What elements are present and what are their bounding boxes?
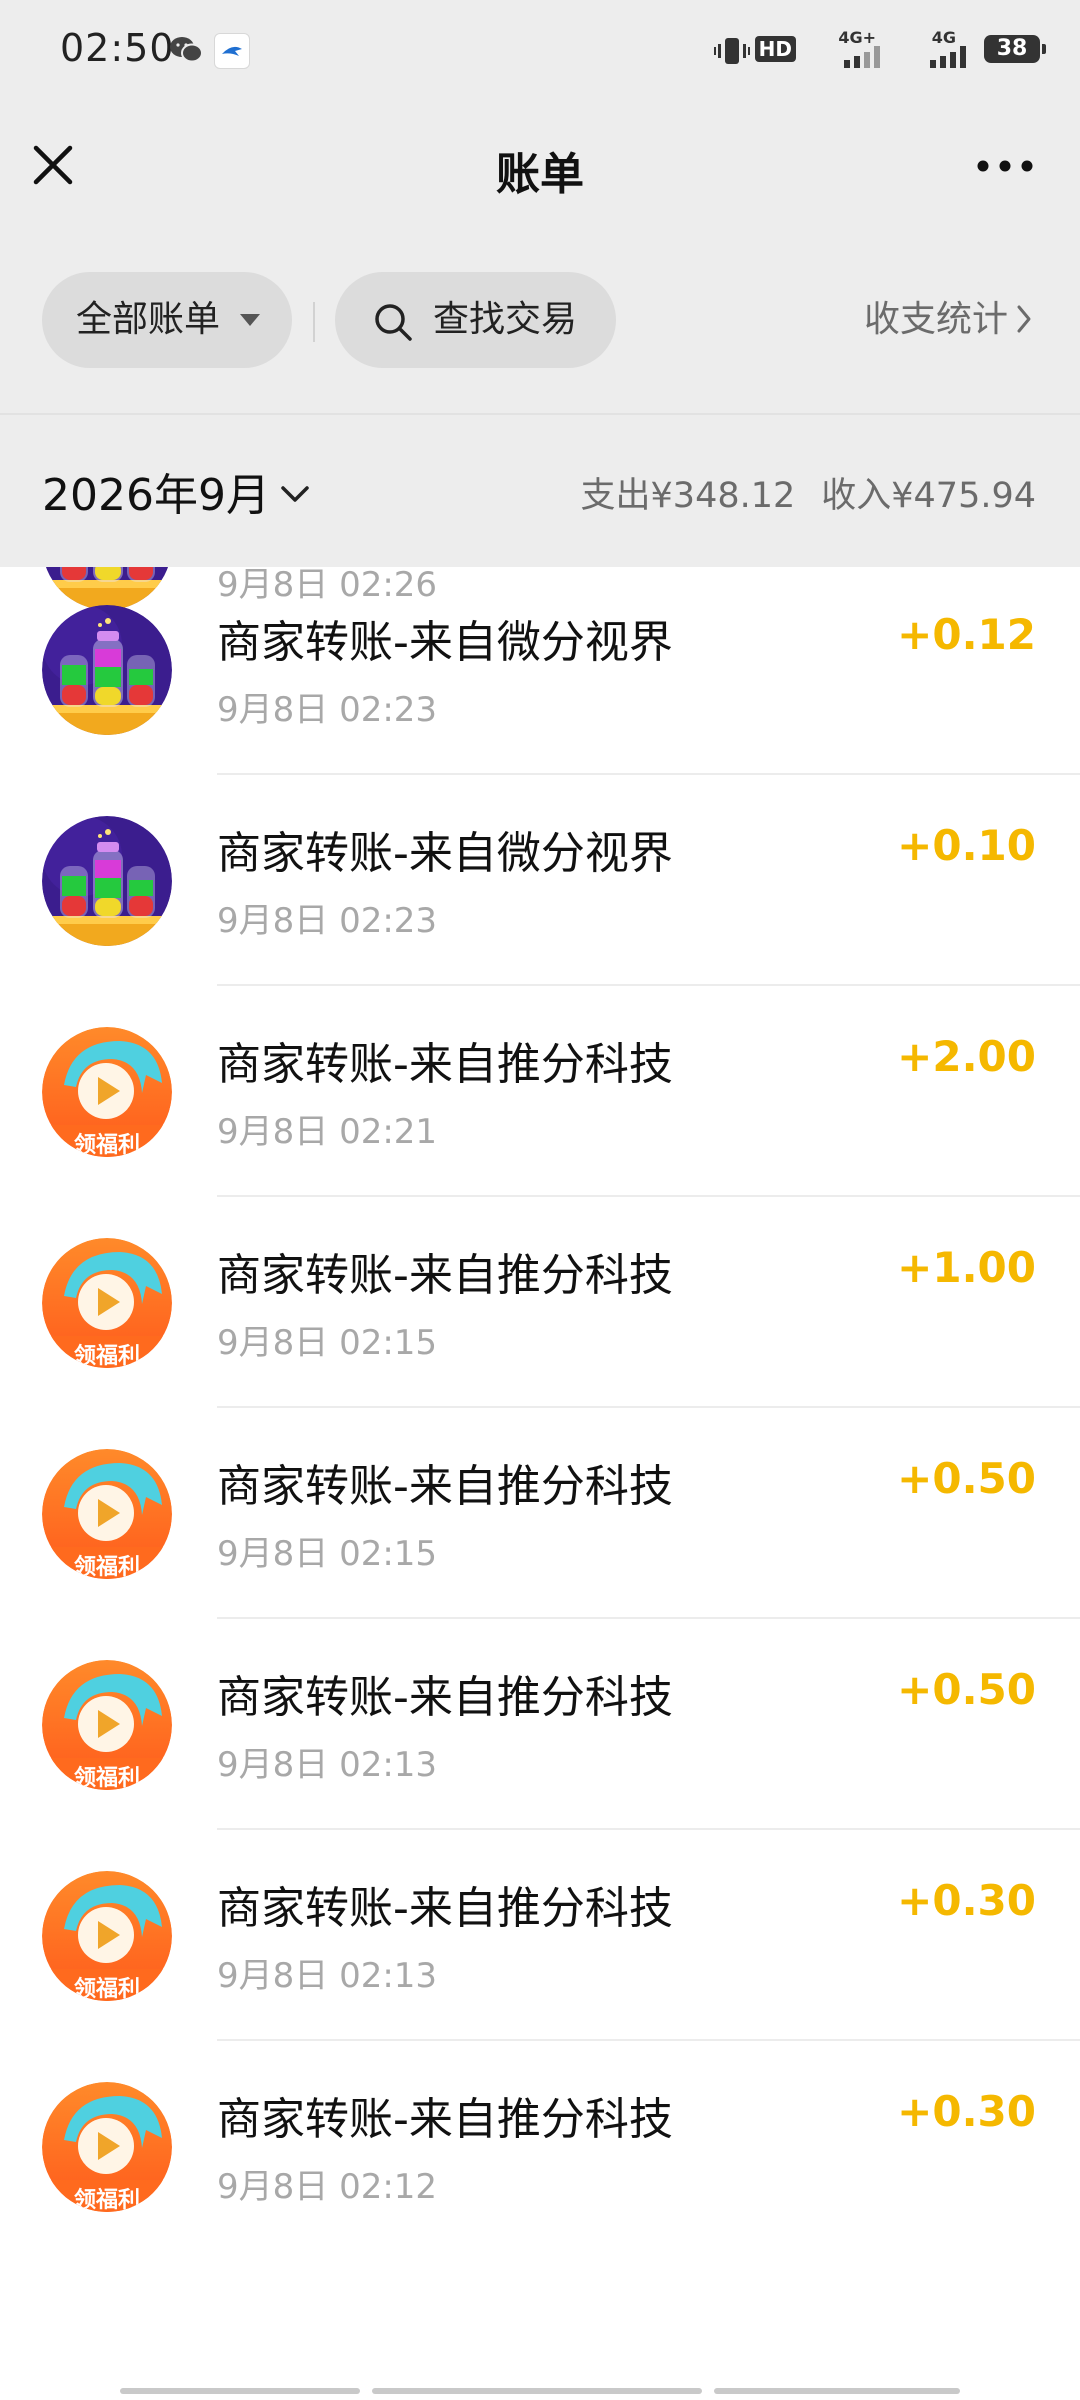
stats-label: 收支统计 bbox=[863, 299, 1008, 340]
transaction-row[interactable]: 商家转账-来自微分视界 9月8日 02:23 +0.10 bbox=[0, 773, 1080, 984]
month-bar: 2026年9月 支出¥348.12 收入¥475.94 bbox=[0, 415, 1080, 567]
status-time: 02:50 bbox=[60, 26, 175, 70]
transaction-title: 商家转账-来自推分科技 bbox=[217, 2094, 673, 2145]
transaction-row[interactable]: 领福利 商家转账-来自推分科技 9月8日 02:15 +1.00 bbox=[0, 1195, 1080, 1406]
row-separator bbox=[217, 1828, 1080, 1830]
avatar-label: 领福利 bbox=[73, 1344, 140, 1368]
transaction-list: 9月8日 02:26 商家转账-来自微分视界 9月8日 02:23 +0.12 bbox=[0, 480, 1080, 2250]
transaction-time: 9月8日 02:15 bbox=[217, 1323, 438, 1363]
merchant-avatar: 领福利 bbox=[42, 2082, 172, 2212]
search-label: 查找交易 bbox=[433, 299, 578, 340]
month-selector[interactable]: 2026年9月 bbox=[42, 459, 310, 523]
transaction-row[interactable]: 领福利 商家转账-来自推分科技 9月8日 02:12 +0.30 bbox=[0, 2039, 1080, 2250]
avatar-label: 领福利 bbox=[73, 1766, 140, 1790]
scroll-indicator bbox=[120, 2388, 960, 2394]
row-separator bbox=[217, 2039, 1080, 2041]
page-title: 账单 bbox=[496, 149, 584, 200]
transaction-amount: +0.50 bbox=[897, 1454, 1036, 1503]
filter-divider bbox=[313, 302, 315, 342]
transaction-time: 9月8日 02:15 bbox=[217, 1534, 438, 1574]
transaction-time: 9月8日 02:13 bbox=[217, 1956, 438, 1996]
nav-bar: 账单 bbox=[0, 100, 1080, 230]
transaction-time: 9月8日 02:21 bbox=[217, 1112, 438, 1152]
row-separator bbox=[217, 1195, 1080, 1197]
month-summary: 支出¥348.12 收入¥475.94 bbox=[581, 467, 1036, 518]
wechat-icon bbox=[170, 37, 203, 63]
transaction-title: 商家转账-来自推分科技 bbox=[217, 1883, 673, 1934]
month-income: 收入¥475.94 bbox=[821, 476, 1036, 516]
merchant-avatar: 领福利 bbox=[42, 1238, 172, 1368]
merchant-avatar: 领福利 bbox=[42, 1871, 172, 2001]
transaction-amount: +0.30 bbox=[897, 2087, 1036, 2136]
transaction-title: 商家转账-来自推分科技 bbox=[217, 1039, 673, 1090]
notification-app-icon bbox=[214, 33, 250, 69]
signal-icon-1 bbox=[844, 46, 880, 68]
transaction-time: 9月8日 02:13 bbox=[217, 1745, 438, 1785]
transaction-amount: +0.10 bbox=[897, 821, 1036, 870]
chevron-right-icon bbox=[1017, 305, 1031, 333]
hd-icon: HD bbox=[754, 36, 796, 62]
transaction-time: 9月8日 02:23 bbox=[217, 690, 438, 730]
row-separator bbox=[217, 1617, 1080, 1619]
filter-bar: 全部账单 查找交易 收支统计 bbox=[0, 230, 1080, 413]
transaction-amount: +0.50 bbox=[897, 1665, 1036, 1714]
transaction-time: 9月8日 02:12 bbox=[217, 2167, 438, 2207]
transaction-title: 商家转账-来自推分科技 bbox=[217, 1250, 673, 1301]
status-bar: 02:50 HD 4G+ 4G 38 bbox=[0, 0, 1080, 100]
transaction-row[interactable]: 领福利 商家转账-来自推分科技 9月8日 02:13 +0.50 bbox=[0, 1617, 1080, 1828]
transaction-amount: +1.00 bbox=[897, 1243, 1036, 1292]
merchant-avatar bbox=[42, 605, 172, 735]
battery-icon: 38 bbox=[984, 35, 1046, 63]
transaction-title: 商家转账-来自微分视界 bbox=[217, 828, 673, 879]
transaction-row[interactable]: 领福利 商家转账-来自推分科技 9月8日 02:15 +0.50 bbox=[0, 1406, 1080, 1617]
row-separator bbox=[217, 773, 1080, 775]
transaction-amount: +2.00 bbox=[897, 1032, 1036, 1081]
row-separator bbox=[217, 1406, 1080, 1408]
vibrate-icon bbox=[714, 38, 750, 64]
merchant-avatar: 领福利 bbox=[42, 1660, 172, 1790]
row-separator bbox=[217, 984, 1080, 986]
search-transactions-button[interactable]: 查找交易 bbox=[335, 272, 616, 368]
caret-down-icon bbox=[240, 314, 260, 326]
month-label: 2026年9月 bbox=[42, 470, 270, 521]
merchant-avatar bbox=[42, 816, 172, 946]
merchant-avatar: 领福利 bbox=[42, 1449, 172, 1579]
transaction-title: 商家转账-来自微分视界 bbox=[217, 617, 673, 668]
signal-icon-2 bbox=[930, 46, 966, 68]
avatar-label: 领福利 bbox=[73, 2188, 140, 2212]
all-bills-label: 全部账单 bbox=[76, 299, 221, 340]
avatar-label: 领福利 bbox=[73, 1133, 140, 1157]
transaction-amount: +0.12 bbox=[897, 610, 1036, 659]
transaction-time: 9月8日 02:23 bbox=[217, 901, 438, 941]
all-bills-filter[interactable]: 全部账单 bbox=[42, 272, 292, 368]
transaction-row[interactable]: 领福利 商家转账-来自推分科技 9月8日 02:13 +0.30 bbox=[0, 1828, 1080, 2039]
chevron-down-icon bbox=[281, 486, 309, 502]
avatar-label: 领福利 bbox=[73, 1977, 140, 2001]
transaction-row[interactable]: 商家转账-来自微分视界 9月8日 02:23 +0.12 bbox=[0, 562, 1080, 773]
search-icon bbox=[375, 304, 412, 341]
transaction-title: 商家转账-来自推分科技 bbox=[217, 1461, 673, 1512]
transaction-row[interactable]: 领福利 商家转账-来自推分科技 9月8日 02:21 +2.00 bbox=[0, 984, 1080, 1195]
merchant-avatar: 领福利 bbox=[42, 1027, 172, 1157]
income-expense-stats-link[interactable]: 收支统计 bbox=[864, 272, 1032, 368]
avatar-label: 领福利 bbox=[73, 1555, 140, 1579]
transaction-title: 商家转账-来自推分科技 bbox=[217, 1672, 673, 1723]
month-expense: 支出¥348.12 bbox=[580, 476, 796, 516]
transaction-amount: +0.30 bbox=[897, 1876, 1036, 1925]
more-icon[interactable] bbox=[970, 136, 1040, 196]
